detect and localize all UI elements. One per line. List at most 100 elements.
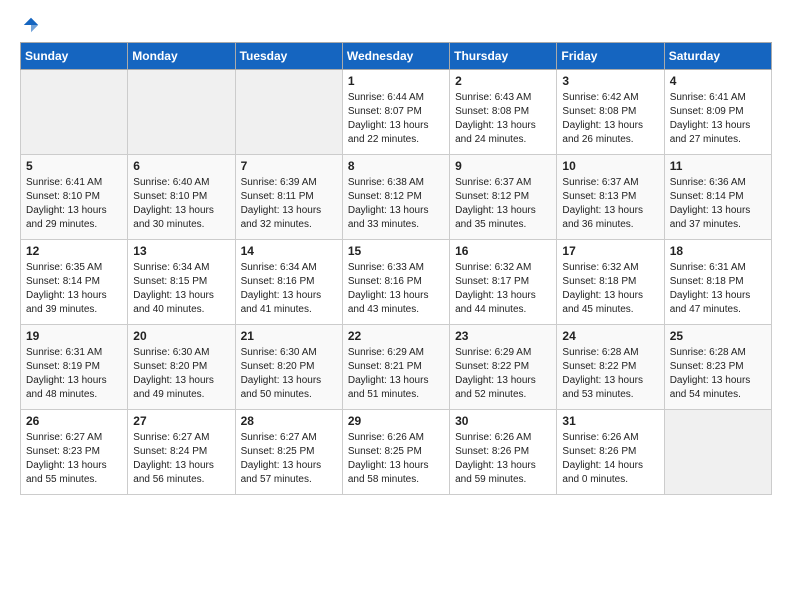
day-info: Sunrise: 6:29 AMSunset: 8:21 PMDaylight:… [348,346,444,402]
calendar-cell: 14 Sunrise: 6:34 AMSunset: 8:16 PMDayligh… [235,240,342,325]
day-number: 3 [562,74,658,88]
day-info: Sunrise: 6:36 AMSunset: 8:14 PMDaylight:… [670,176,766,232]
calendar-cell: 29 Sunrise: 6:26 AMSunset: 8:25 PMDayligh… [342,410,449,495]
day-info: Sunrise: 6:26 AMSunset: 8:25 PMDaylight:… [348,431,444,487]
day-info: Sunrise: 6:31 AMSunset: 8:19 PMDaylight:… [26,346,122,402]
day-number: 25 [670,329,766,343]
day-info: Sunrise: 6:41 AMSunset: 8:09 PMDaylight:… [670,91,766,147]
day-info: Sunrise: 6:30 AMSunset: 8:20 PMDaylight:… [241,346,337,402]
week-row-1: 1Sunrise: 6:44 AMSunset: 8:07 PMDaylight… [21,70,772,155]
calendar-cell: 19 Sunrise: 6:31 AMSunset: 8:19 PMDayligh… [21,325,128,410]
calendar-cell: 28 Sunrise: 6:27 AMSunset: 8:25 PMDayligh… [235,410,342,495]
week-row-2: 5Sunrise: 6:41 AMSunset: 8:10 PMDaylight… [21,155,772,240]
day-header-wednesday: Wednesday [342,43,449,70]
calendar-cell [235,70,342,155]
calendar-cell: 3 Sunrise: 6:42 AMSunset: 8:08 PMDaylight… [557,70,664,155]
day-info: Sunrise: 6:26 AMSunset: 8:26 PMDaylight:… [455,431,551,487]
day-info: Sunrise: 6:32 AMSunset: 8:17 PMDaylight:… [455,261,551,317]
day-number: 9 [455,159,551,173]
day-number: 7 [241,159,337,173]
day-info: Sunrise: 6:27 AMSunset: 8:25 PMDaylight:… [241,431,337,487]
calendar-cell: 24Sunrise: 6:28 AMSunset: 8:22 PMDayligh… [557,325,664,410]
day-number: 31 [562,414,658,428]
day-number: 12 [26,244,122,258]
calendar-cell: 4 Sunrise: 6:41 AMSunset: 8:09 PMDaylight… [664,70,771,155]
day-info: Sunrise: 6:31 AMSunset: 8:18 PMDaylight:… [670,261,766,317]
day-info: Sunrise: 6:43 AMSunset: 8:08 PMDaylight:… [455,91,551,147]
calendar-cell: 11 Sunrise: 6:36 AMSunset: 8:14 PMDayligh… [664,155,771,240]
day-info: Sunrise: 6:38 AMSunset: 8:12 PMDaylight:… [348,176,444,232]
day-info: Sunrise: 6:30 AMSunset: 8:20 PMDaylight:… [133,346,229,402]
calendar-cell: 10 Sunrise: 6:37 AMSunset: 8:13 PMDayligh… [557,155,664,240]
day-info: Sunrise: 6:32 AMSunset: 8:18 PMDaylight:… [562,261,658,317]
calendar-cell: 5Sunrise: 6:41 AMSunset: 8:10 PMDaylight… [21,155,128,240]
calendar-cell: 18Sunrise: 6:31 AMSunset: 8:18 PMDayligh… [664,240,771,325]
day-info: Sunrise: 6:27 AMSunset: 8:24 PMDaylight:… [133,431,229,487]
day-info: Sunrise: 6:39 AMSunset: 8:11 PMDaylight:… [241,176,337,232]
day-number: 28 [241,414,337,428]
day-info: Sunrise: 6:44 AMSunset: 8:07 PMDaylight:… [348,91,444,147]
calendar-cell: 25 Sunrise: 6:28 AMSunset: 8:23 PMDayligh… [664,325,771,410]
day-info: Sunrise: 6:37 AMSunset: 8:12 PMDaylight:… [455,176,551,232]
calendar-cell: 7 Sunrise: 6:39 AMSunset: 8:11 PMDaylight… [235,155,342,240]
day-number: 29 [348,414,444,428]
calendar-cell: 20Sunrise: 6:30 AMSunset: 8:20 PMDayligh… [128,325,235,410]
day-number: 8 [348,159,444,173]
day-info: Sunrise: 6:40 AMSunset: 8:10 PMDaylight:… [133,176,229,232]
day-info: Sunrise: 6:28 AMSunset: 8:23 PMDaylight:… [670,346,766,402]
calendar-cell: 15 Sunrise: 6:33 AMSunset: 8:16 PMDayligh… [342,240,449,325]
day-header-tuesday: Tuesday [235,43,342,70]
calendar-cell: 17 Sunrise: 6:32 AMSunset: 8:18 PMDayligh… [557,240,664,325]
day-number: 6 [133,159,229,173]
day-number: 21 [241,329,337,343]
calendar-table: SundayMondayTuesdayWednesdayThursdayFrid… [20,42,772,495]
day-number: 26 [26,414,122,428]
days-header-row: SundayMondayTuesdayWednesdayThursdayFrid… [21,43,772,70]
day-info: Sunrise: 6:29 AMSunset: 8:22 PMDaylight:… [455,346,551,402]
calendar-cell: 27 Sunrise: 6:27 AMSunset: 8:24 PMDayligh… [128,410,235,495]
calendar-cell: 2Sunrise: 6:43 AMSunset: 8:08 PMDaylight… [450,70,557,155]
week-row-4: 19 Sunrise: 6:31 AMSunset: 8:19 PMDayligh… [21,325,772,410]
calendar-cell: 9 Sunrise: 6:37 AMSunset: 8:12 PMDaylight… [450,155,557,240]
calendar-cell: 12Sunrise: 6:35 AMSunset: 8:14 PMDayligh… [21,240,128,325]
day-header-monday: Monday [128,43,235,70]
day-number: 14 [241,244,337,258]
day-header-saturday: Saturday [664,43,771,70]
day-number: 13 [133,244,229,258]
day-number: 19 [26,329,122,343]
day-number: 16 [455,244,551,258]
day-header-sunday: Sunday [21,43,128,70]
page-header [20,16,772,30]
day-number: 4 [670,74,766,88]
day-number: 10 [562,159,658,173]
calendar-cell: 16 Sunrise: 6:32 AMSunset: 8:17 PMDayligh… [450,240,557,325]
day-number: 11 [670,159,766,173]
calendar-cell [21,70,128,155]
calendar-cell: 8 Sunrise: 6:38 AMSunset: 8:12 PMDaylight… [342,155,449,240]
day-number: 24 [562,329,658,343]
day-number: 23 [455,329,551,343]
day-info: Sunrise: 6:42 AMSunset: 8:08 PMDaylight:… [562,91,658,147]
week-row-5: 26Sunrise: 6:27 AMSunset: 8:23 PMDayligh… [21,410,772,495]
day-info: Sunrise: 6:37 AMSunset: 8:13 PMDaylight:… [562,176,658,232]
calendar-cell [664,410,771,495]
calendar-cell: 6 Sunrise: 6:40 AMSunset: 8:10 PMDaylight… [128,155,235,240]
day-number: 22 [348,329,444,343]
calendar-cell: 23 Sunrise: 6:29 AMSunset: 8:22 PMDayligh… [450,325,557,410]
day-info: Sunrise: 6:26 AMSunset: 8:26 PMDaylight:… [562,431,658,487]
calendar-cell: 30 Sunrise: 6:26 AMSunset: 8:26 PMDayligh… [450,410,557,495]
logo-icon [22,16,40,34]
day-number: 27 [133,414,229,428]
logo [20,16,40,30]
day-info: Sunrise: 6:34 AMSunset: 8:16 PMDaylight:… [241,261,337,317]
day-info: Sunrise: 6:33 AMSunset: 8:16 PMDaylight:… [348,261,444,317]
week-row-3: 12Sunrise: 6:35 AMSunset: 8:14 PMDayligh… [21,240,772,325]
day-number: 30 [455,414,551,428]
calendar-cell: 21 Sunrise: 6:30 AMSunset: 8:20 PMDayligh… [235,325,342,410]
day-header-friday: Friday [557,43,664,70]
day-number: 15 [348,244,444,258]
day-info: Sunrise: 6:41 AMSunset: 8:10 PMDaylight:… [26,176,122,232]
calendar-cell [128,70,235,155]
calendar-cell: 13Sunrise: 6:34 AMSunset: 8:15 PMDayligh… [128,240,235,325]
day-number: 17 [562,244,658,258]
